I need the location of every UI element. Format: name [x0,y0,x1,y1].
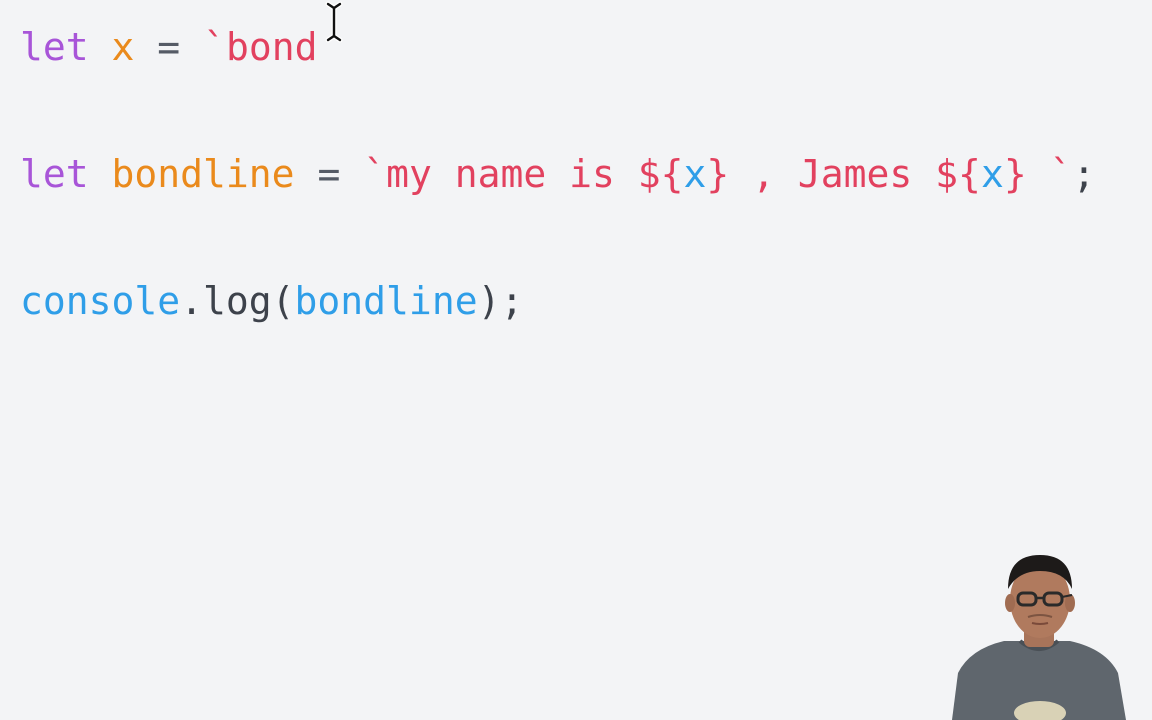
template-string-part: } , James ${ [706,152,981,196]
variable-x: x [111,25,135,69]
interpolated-variable: x [980,152,1004,196]
code-line-3[interactable]: console.log(bondline); [20,278,523,324]
variable-bondline: bondline [111,152,295,196]
presenter-webcam-overlay [922,545,1152,720]
code-editor[interactable]: let x = `bond let bondline = `my name is… [0,0,1152,720]
code-line-1[interactable]: let x = `bond [20,24,317,70]
assignment-operator: = [134,25,204,69]
keyword-let: let [20,152,89,196]
template-string-part: } ` [1003,152,1073,196]
argument-bondline: bondline [294,279,478,323]
assignment-operator: = [294,152,364,196]
semicolon: ; [1072,152,1096,196]
presenter-figure [952,555,1126,720]
keyword-let: let [20,25,89,69]
closing-paren-semicolon: ); [477,279,524,323]
string-literal: `bond [203,25,318,69]
identifier-console: console [20,279,181,323]
template-string-part: `my name is ${ [363,152,684,196]
i-beam-cursor-icon [325,1,343,43]
interpolated-variable: x [683,152,707,196]
code-line-2[interactable]: let bondline = `my name is ${x} , James … [20,151,1095,197]
method-call: .log( [180,279,295,323]
